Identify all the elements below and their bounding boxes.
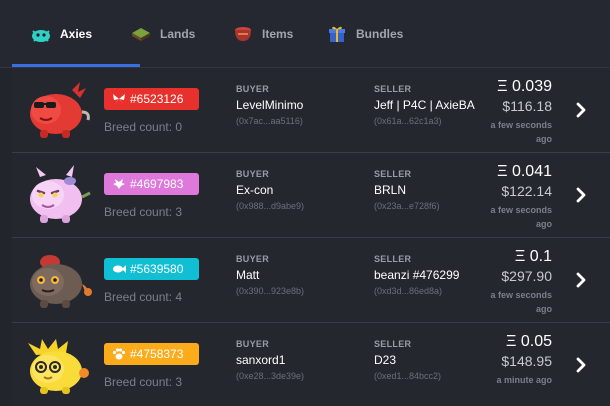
- tab-label: Axies: [60, 27, 93, 41]
- axie-image[interactable]: [20, 163, 92, 227]
- buyer-label: BUYER: [236, 84, 270, 94]
- seller-label: SELLER: [374, 254, 412, 264]
- tab-axies[interactable]: Axies: [30, 0, 92, 68]
- axie-id: #4758373: [130, 347, 184, 361]
- buyer-name[interactable]: sanxord1: [236, 353, 285, 367]
- buyer-label: BUYER: [236, 254, 270, 264]
- active-tab-indicator: [12, 64, 140, 67]
- buyer-address[interactable]: (0x390...923e8b): [236, 286, 304, 296]
- price-usd: $122.14: [501, 183, 552, 199]
- breed-count: Breed count: 4: [104, 290, 183, 304]
- buyer-name[interactable]: Matt: [236, 268, 259, 282]
- seller-address[interactable]: (0x61a...62c1a3): [374, 116, 442, 126]
- butterfly-icon: [112, 93, 126, 105]
- tab-label: Lands: [160, 27, 196, 41]
- tab-label: Bundles: [356, 27, 404, 41]
- price-usd: $148.95: [501, 353, 552, 369]
- item-pot-icon: [232, 25, 254, 43]
- buyer-label: BUYER: [236, 169, 270, 179]
- axie-image[interactable]: [20, 333, 92, 397]
- sale-time: a minute ago: [496, 375, 552, 385]
- seller-label: SELLER: [374, 84, 412, 94]
- buyer-address[interactable]: (0xe28...3de39e): [236, 371, 304, 381]
- price-usd: $116.18: [502, 98, 552, 114]
- axie-id-badge[interactable]: #5639580: [104, 258, 199, 280]
- seller-label: SELLER: [374, 169, 412, 179]
- buyer-name[interactable]: Ex-con: [236, 183, 273, 197]
- tab-bundles[interactable]: Bundles: [326, 0, 403, 68]
- seller-label: SELLER: [374, 339, 412, 349]
- price-eth: Ξ 0.05: [506, 333, 552, 350]
- price-eth: Ξ 0.039: [497, 78, 552, 95]
- seller-name[interactable]: Jeff | P4C | AxieBA: [374, 98, 475, 112]
- breed-count: Breed count: 3: [104, 375, 183, 389]
- paw-icon: [112, 348, 126, 360]
- axie-id-badge[interactable]: #4697983: [104, 173, 199, 195]
- chevron-right-icon[interactable]: [574, 271, 588, 289]
- axie-id-badge[interactable]: #6523126: [104, 88, 199, 110]
- chevron-right-icon[interactable]: [574, 186, 588, 204]
- buyer-label: BUYER: [236, 339, 270, 349]
- seller-address[interactable]: (0xd3d...86ed8a): [374, 286, 442, 296]
- chevron-right-icon[interactable]: [574, 101, 588, 119]
- axie-icon: [30, 25, 52, 43]
- breed-count: Breed count: 3: [104, 205, 183, 219]
- seller-name[interactable]: D23: [374, 353, 396, 367]
- breed-count: Breed count: 0: [104, 120, 183, 134]
- sale-row[interactable]: #6523126 Breed count: 0 BUYER LevelMinim…: [12, 68, 610, 153]
- axie-id: #5639580: [130, 262, 184, 276]
- seller-address[interactable]: (0xed1...84bcc2): [374, 371, 441, 381]
- category-tab-bar: Axies Lands Items Bundles: [0, 0, 610, 68]
- tab-lands[interactable]: Lands: [130, 0, 195, 68]
- chevron-right-icon[interactable]: [574, 356, 588, 374]
- price-eth: Ξ 0.1: [514, 248, 552, 265]
- sale-row[interactable]: #5639580 Breed count: 4 BUYER Matt (0x39…: [12, 238, 610, 323]
- tab-label: Items: [262, 27, 294, 41]
- buyer-name[interactable]: LevelMinimo: [236, 98, 303, 112]
- axie-id: #6523126: [130, 92, 184, 106]
- axie-id-badge[interactable]: #4758373: [104, 343, 199, 365]
- seller-name[interactable]: beanzi #476299: [374, 268, 459, 282]
- fish-icon: [112, 263, 126, 275]
- sale-row[interactable]: #4758373 Breed count: 3 BUYER sanxord1 (…: [12, 323, 610, 406]
- sale-time: a few seconds ago: [490, 290, 552, 314]
- buyer-address[interactable]: (0x7ac...aa5116): [236, 116, 303, 126]
- tab-items[interactable]: Items: [232, 0, 293, 68]
- sale-time: a few seconds ago: [490, 120, 552, 144]
- sale-row[interactable]: #4697983 Breed count: 3 BUYER Ex-con (0x…: [12, 153, 610, 238]
- buyer-address[interactable]: (0x988...d9abe9): [236, 201, 304, 211]
- price-usd: $297.90: [501, 268, 552, 284]
- axie-image[interactable]: [20, 78, 92, 142]
- gift-box-icon: [326, 25, 348, 43]
- axie-id: #4697983: [130, 177, 184, 191]
- land-icon: [130, 25, 152, 43]
- bird-icon: [112, 178, 126, 190]
- seller-name[interactable]: BRLN: [374, 183, 406, 197]
- price-eth: Ξ 0.041: [497, 163, 552, 180]
- seller-address[interactable]: (0x23a...e728f6): [374, 201, 440, 211]
- axie-image[interactable]: [20, 248, 92, 312]
- sale-time: a few seconds ago: [490, 205, 552, 229]
